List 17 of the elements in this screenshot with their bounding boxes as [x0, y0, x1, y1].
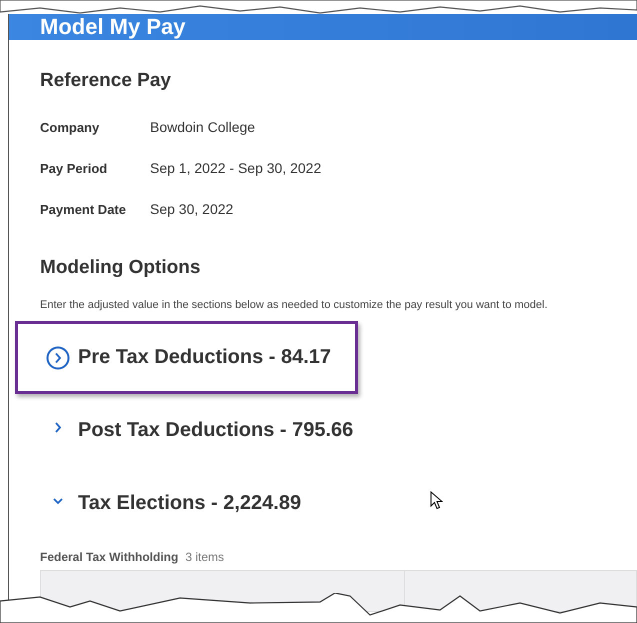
section-toggle[interactable]: Pre Tax Deductions - 84.17: [78, 346, 332, 369]
section-toggle[interactable]: Post Tax Deductions - 795.66: [78, 419, 354, 442]
mouse-pointer-icon: [430, 491, 443, 510]
section-toggle[interactable]: Tax Elections - 2,224.89: [78, 492, 302, 515]
table-title: Federal Tax Withholding: [40, 550, 178, 564]
field-value: Sep 30, 2022: [150, 201, 234, 217]
item-count: 3 items: [185, 550, 224, 564]
page-title: Model My Pay: [40, 14, 186, 40]
field-label: Payment Date: [40, 202, 127, 216]
section-heading: Modeling Options: [40, 257, 202, 279]
field-value: Bowdoin College: [150, 119, 256, 135]
field-label: Company: [40, 120, 100, 134]
description-text: Enter the adjusted value in the sections below as needed to customize the pay result you want to model.: [40, 299, 549, 311]
chevron-right-icon[interactable]: [46, 346, 70, 370]
field-value: Sep 1, 2022 - Sep 30, 2022: [150, 160, 322, 176]
section-heading: Reference Pay: [40, 70, 172, 92]
field-label: Pay Period: [40, 160, 108, 176]
